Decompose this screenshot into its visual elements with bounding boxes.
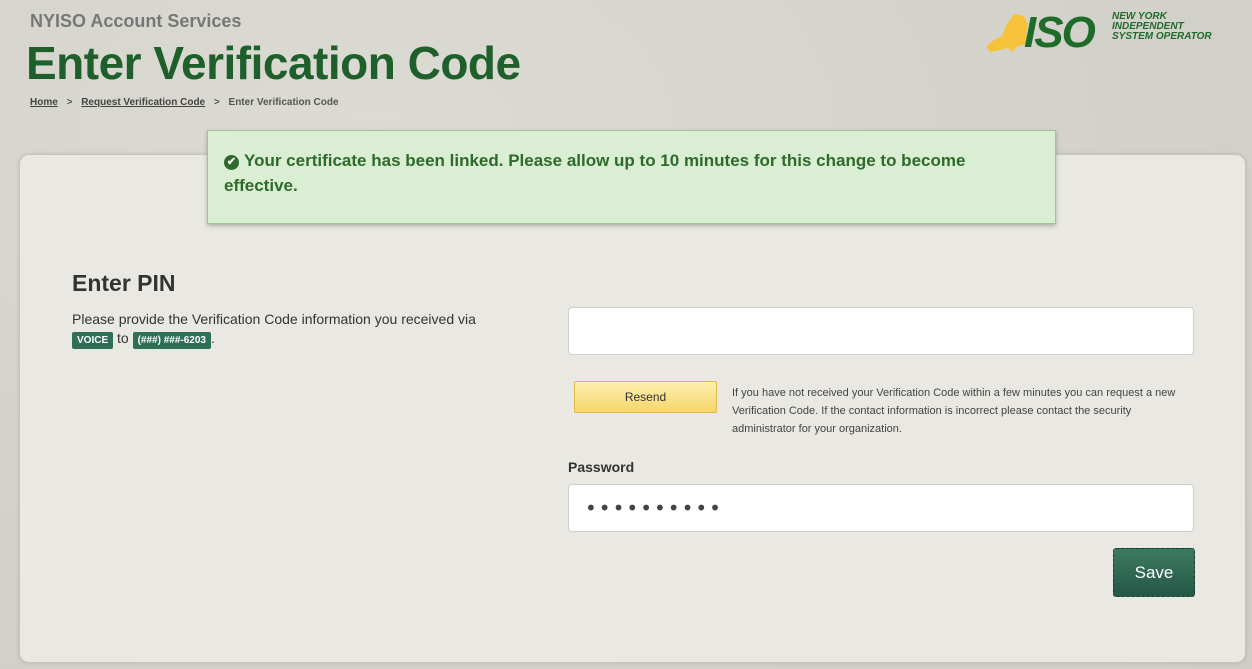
alert-message: Your certificate has been linked. Please… xyxy=(224,151,966,195)
resend-button[interactable]: Resend xyxy=(574,381,717,413)
page-title: Enter Verification Code xyxy=(26,37,521,89)
password-masked-value: •••••••••• xyxy=(585,496,723,520)
breadcrumb-current: Enter Verification Code xyxy=(228,97,339,108)
method-badge: VOICE xyxy=(72,332,114,349)
verification-code-input[interactable] xyxy=(568,307,1194,355)
success-alert: ✔ Your certificate has been linked. Pleas… xyxy=(207,130,1056,224)
logo-wordmark: ISO xyxy=(1024,8,1096,57)
phone-badge: (###) ###-6203 xyxy=(132,332,211,349)
breadcrumb-separator: > xyxy=(213,97,220,108)
password-field[interactable]: •••••••••• xyxy=(568,484,1194,532)
pin-heading: Enter PIN xyxy=(72,270,176,296)
logo-org-name: NEW YORK INDEPENDENT SYSTEM OPERATOR xyxy=(1112,11,1212,42)
password-label: Password xyxy=(568,459,635,475)
breadcrumb-home-link[interactable]: Home xyxy=(30,97,58,108)
pin-description: Please provide the Verification Code inf… xyxy=(72,310,492,349)
breadcrumb-request-verification-link[interactable]: Request Verification Code xyxy=(81,97,205,108)
check-circle-icon: ✔ xyxy=(224,155,239,170)
breadcrumb: Home > Request Verification Code > Enter… xyxy=(30,97,339,108)
save-button[interactable]: Save xyxy=(1113,548,1195,597)
nyiso-logo: ISO NEW YORK INDEPENDENT SYSTEM OPERATOR xyxy=(984,10,1229,58)
app-name: NYISO Account Services xyxy=(30,11,242,31)
breadcrumb-separator: > xyxy=(66,97,73,108)
resend-help-text: If you have not received your Verificati… xyxy=(732,387,1176,435)
